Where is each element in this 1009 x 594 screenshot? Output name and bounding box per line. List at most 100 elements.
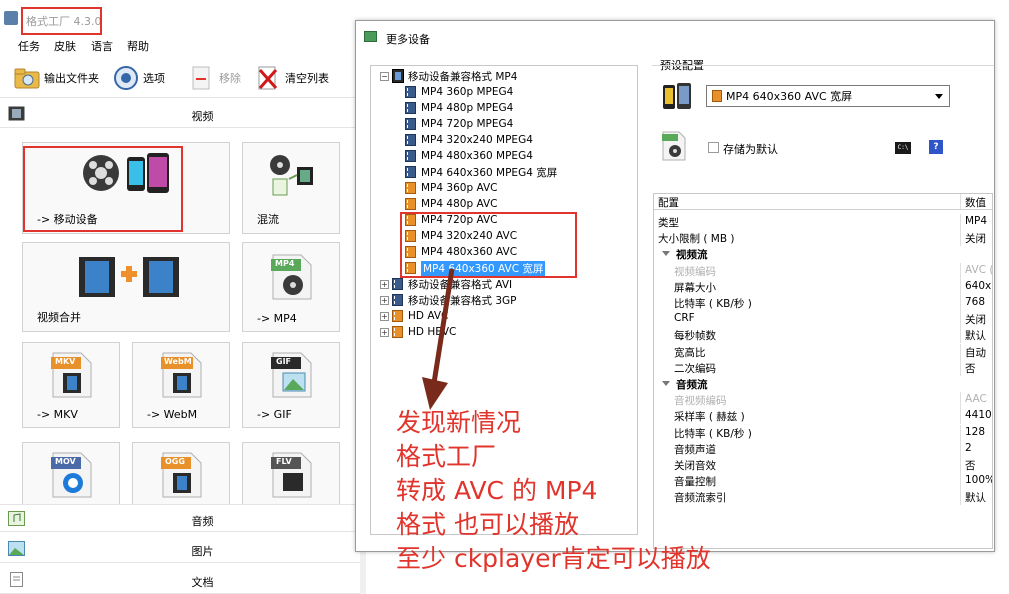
- menu-help[interactable]: 帮助: [127, 38, 149, 54]
- section-video-label: 视频: [191, 110, 214, 123]
- props-value: 640x3: [965, 279, 992, 292]
- mpeg-film-icon: [405, 150, 416, 162]
- tile-to-webm-label: -> WebM: [147, 408, 198, 421]
- clear-list-button[interactable]: 清空列表: [255, 64, 329, 92]
- command-prompt-icon[interactable]: C:\: [895, 142, 911, 154]
- clear-list-label: 清空列表: [285, 72, 329, 85]
- ogg-badge-text: OGG: [165, 457, 185, 466]
- collapse-icon[interactable]: −: [380, 71, 389, 81]
- props-column-separator: [960, 295, 961, 311]
- expand-icon[interactable]: +: [380, 279, 389, 289]
- props-row[interactable]: 每秒帧数 默认: [654, 327, 992, 344]
- section-audio[interactable]: 音频: [0, 504, 360, 532]
- expand-icon[interactable]: +: [380, 327, 389, 337]
- tree-item-5[interactable]: MP4 480x360 MPEG4: [405, 148, 533, 164]
- webm-badge-text: WebM: [164, 357, 192, 366]
- highlight-box-mobile-tile: [23, 146, 183, 232]
- flv-badge-text: FLV: [276, 457, 292, 466]
- gif-badge-text: GIF: [276, 357, 292, 366]
- annotation-text: 发现新情况 格式工厂 转成 AVC 的 MP4 格式 也可以播放 至少 ckpl…: [396, 406, 711, 576]
- options-button[interactable]: 选项: [113, 64, 165, 92]
- options-gear-icon: [113, 65, 139, 91]
- tree-item-1[interactable]: MP4 360p MPEG4: [405, 84, 513, 100]
- props-value: AAC: [965, 393, 987, 406]
- remove-button[interactable]: 移除: [189, 64, 241, 92]
- output-folder-button[interactable]: 输出文件夹: [14, 64, 99, 92]
- tile-video-join-label: 视频合并: [37, 311, 81, 324]
- tile-to-mov[interactable]: MOV: [22, 442, 120, 504]
- preset-select[interactable]: MP4 640x360 AVC 宽屏: [706, 85, 950, 107]
- tree-root-mp4[interactable]: − 移动设备兼容格式 MP4: [380, 68, 517, 84]
- props-column-separator: [960, 278, 961, 295]
- props-key: 比特率 ( KB/秒 ): [674, 298, 752, 310]
- props-row[interactable]: 音频流: [654, 376, 992, 392]
- tree-item-8[interactable]: MP4 480p AVC: [405, 196, 497, 212]
- tile-mix[interactable]: 混流: [242, 142, 340, 234]
- video-join-icon: [77, 255, 181, 302]
- section-video[interactable]: 视频: [0, 100, 360, 128]
- props-column-separator: [960, 311, 961, 328]
- menu-language[interactable]: 语言: [91, 38, 113, 54]
- mkv-file-icon: MKV: [49, 351, 93, 402]
- hd-film-icon: [392, 326, 403, 338]
- phone-icon: [392, 69, 404, 83]
- props-value: 关闭: [965, 233, 986, 246]
- props-value: 否: [965, 362, 976, 375]
- props-row[interactable]: 比特率 ( KB/秒 ) 768: [654, 295, 992, 311]
- gif-file-icon: GIF: [269, 351, 313, 402]
- props-value: 默认: [965, 330, 986, 343]
- help-icon[interactable]: ?: [929, 140, 943, 154]
- ogg-file-icon: OGG: [159, 451, 203, 502]
- tree-item-7[interactable]: MP4 360p AVC: [405, 180, 497, 196]
- props-value: AVC (H: [965, 263, 992, 276]
- avc-film-icon: [405, 198, 416, 210]
- props-row[interactable]: CRF 关闭: [654, 311, 992, 328]
- props-row[interactable]: 二次编码 否: [654, 359, 992, 376]
- expand-icon[interactable]: +: [380, 295, 389, 305]
- annotation-line-1: 发现新情况: [396, 408, 522, 437]
- avc-film-icon: [405, 182, 416, 194]
- tile-to-mkv[interactable]: MKV -> MKV: [22, 342, 120, 428]
- output-folder-label: 输出文件夹: [44, 72, 99, 85]
- section-image[interactable]: 图片: [0, 535, 360, 563]
- props-header: 配置 数值: [654, 194, 992, 210]
- tile-to-webm[interactable]: WebM -> WebM: [132, 342, 230, 428]
- tree-item-4[interactable]: MP4 320x240 MPEG4: [405, 132, 533, 148]
- props-column-separator: [960, 230, 961, 247]
- tree-item-3[interactable]: MP4 720p MPEG4: [405, 116, 513, 132]
- tile-to-mp4[interactable]: MP4 -> MP4: [242, 242, 340, 332]
- props-value: 100%: [965, 474, 993, 487]
- props-row[interactable]: 视频编码 AVC (H: [654, 262, 992, 279]
- props-row[interactable]: 类型 MP4: [654, 214, 992, 230]
- folder-icon: [14, 65, 40, 91]
- save-default-checkbox[interactable]: [708, 142, 719, 153]
- props-key: 音频流: [676, 379, 708, 391]
- dropdown-arrow-icon[interactable]: [935, 93, 943, 99]
- expand-icon[interactable]: +: [380, 311, 389, 321]
- tile-to-gif[interactable]: GIF -> GIF: [242, 342, 340, 428]
- save-default-label: 存储为默认: [723, 143, 778, 156]
- props-value: 768: [965, 296, 986, 308]
- menu-skin[interactable]: 皮肤: [54, 38, 76, 54]
- collapse-triangle-icon[interactable]: [662, 251, 670, 257]
- section-document[interactable]: 文档: [0, 566, 360, 594]
- collapse-triangle-icon[interactable]: [662, 381, 670, 386]
- props-row[interactable]: 大小限制 ( MB ) 关闭: [654, 230, 992, 247]
- props-column-separator: [960, 343, 961, 360]
- props-row[interactable]: 屏幕大小 640x3: [654, 278, 992, 295]
- tree-item-2[interactable]: MP4 480p MPEG4: [405, 100, 513, 116]
- tree-item-label: MP4 320x240 MPEG4: [421, 134, 533, 146]
- props-header-value: 数值: [965, 197, 986, 209]
- tile-to-flv[interactable]: FLV: [242, 442, 340, 504]
- props-row[interactable]: 视频流: [654, 246, 992, 262]
- options-label: 选项: [143, 72, 165, 85]
- phone-format-icon: [392, 294, 403, 306]
- tile-video-join[interactable]: 视频合并: [22, 242, 230, 332]
- tile-to-ogg[interactable]: OGG: [132, 442, 230, 504]
- props-row[interactable]: 宽高比 自动: [654, 343, 992, 360]
- tree-root-mp4-label: 移动设备兼容格式 MP4: [408, 70, 518, 83]
- props-column-separator: [960, 359, 961, 376]
- tile-mix-label: 混流: [257, 213, 279, 226]
- tree-item-6[interactable]: MP4 640x360 MPEG4 宽屏: [405, 164, 557, 180]
- menu-task[interactable]: 任务: [18, 38, 40, 54]
